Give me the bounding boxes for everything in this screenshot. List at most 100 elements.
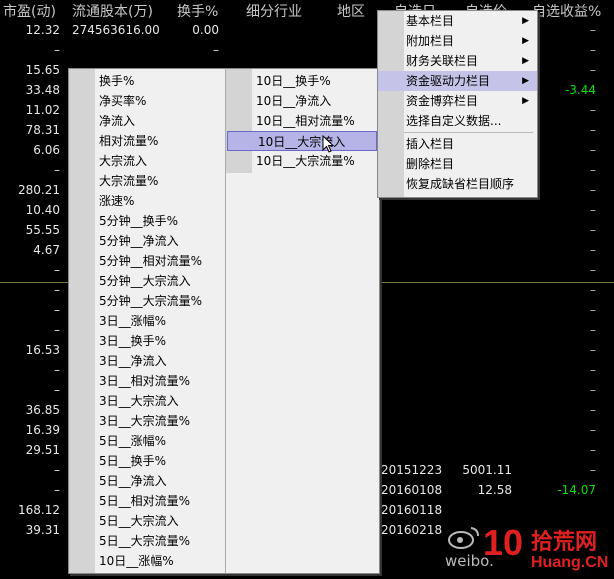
menu-item-left-4[interactable]: 大宗流入 <box>69 151 226 171</box>
cell-sel-return: – <box>590 363 596 377</box>
context-menu-item-6[interactable]: 插入栏目 <box>378 134 537 154</box>
cell-turnover: – <box>213 43 219 57</box>
logo-number: 10 <box>483 522 524 563</box>
menu-item-label: 10日__相对流量% <box>256 114 355 128</box>
menu-item-label: 选择自定义数据... <box>406 114 502 128</box>
header-pe[interactable]: 市盈(动) <box>3 1 56 21</box>
context-menu-item-5[interactable]: 选择自定义数据... <box>378 111 537 131</box>
menu-item-left-20[interactable]: 5日__净流入 <box>69 471 226 491</box>
cell-sel-return: – <box>590 383 596 397</box>
context-menu-item-3[interactable]: 资金驱动力栏目 ▶ <box>378 71 537 91</box>
submenu-arrow-icon: ▶ <box>522 16 529 26</box>
menu-item-right-3[interactable]: 10日__大宗流入 <box>227 131 377 151</box>
cell-sel-return: – <box>590 63 596 77</box>
menu-item-label: 删除栏目 <box>406 157 455 171</box>
menu-item-left-7[interactable]: 5分钟__换手% <box>69 211 226 231</box>
cell-pe: – <box>54 163 60 177</box>
cell-sel-date: 20160108 <box>381 483 443 497</box>
context-menu-item-4[interactable]: 资金博弈栏目 ▶ <box>378 91 537 111</box>
weibo-logo-icon <box>448 527 479 549</box>
header-region[interactable]: 地区 <box>337 1 365 21</box>
mouse-cursor-icon <box>322 135 335 153</box>
menu-item-label: 10日__净流入 <box>256 94 332 108</box>
cell-sel-return: – <box>590 283 596 297</box>
menu-item-left-11[interactable]: 5分钟__大宗流量% <box>69 291 226 311</box>
header-float-shares[interactable]: 流通股本(万) <box>72 1 153 21</box>
context-menu-item-2[interactable]: 财务关联栏目 ▶ <box>378 51 537 71</box>
menu-item-left-19[interactable]: 5日__换手% <box>69 451 226 471</box>
menu-item-label: 5日__净流入 <box>99 474 167 488</box>
menu-item-left-22[interactable]: 5日__大宗流入 <box>69 511 226 531</box>
context-menu-item-8[interactable]: 恢复成缺省栏目顺序 <box>378 174 537 194</box>
menu-item-label: 3日__涨幅% <box>99 314 167 328</box>
cell-sel-return: – <box>590 123 596 137</box>
menu-item-label: 10日__换手% <box>256 74 331 88</box>
cell-pe: 16.53 <box>25 343 60 357</box>
menu-item-left-9[interactable]: 5分钟__相对流量% <box>69 251 226 271</box>
cell-float-shares: 274563616.00 <box>72 23 160 37</box>
menu-item-left-21[interactable]: 5日__相对流量% <box>69 491 226 511</box>
menu-item-left-0[interactable]: 换手% <box>69 71 226 91</box>
cell-pe: – <box>54 363 60 377</box>
cell-sel-return: – <box>590 423 596 437</box>
menu-item-right-1[interactable]: 10日__净流入 <box>226 91 379 111</box>
cell-sel-date: 20160218 <box>381 523 443 537</box>
cell-sel-return: – <box>590 243 596 257</box>
menu-item-label: 10日__涨幅% <box>99 554 174 568</box>
submenu-capital-drive-col2: 10日__换手% 10日__净流入 10日__相对流量% 10日__大宗流入 10日__… <box>225 68 380 574</box>
menu-item-right-4[interactable]: 10日__大宗流量% <box>226 151 379 171</box>
submenu-capital-drive-col1: 换手% 净买率% 净流入相对流量% 大宗流入 大宗流量% 涨速% 5分钟__换手% 5分钟__… <box>68 68 227 574</box>
cell-pe: 15.65 <box>25 63 60 77</box>
menu-separator <box>404 132 533 133</box>
submenu-arrow-icon: ▶ <box>522 56 529 66</box>
menu-item-left-16[interactable]: 3日__大宗流入 <box>69 391 226 411</box>
context-menu-item-7[interactable]: 删除栏目 <box>378 154 537 174</box>
menu-item-left-2[interactable]: 净流入 <box>69 111 226 131</box>
menu-item-right-2[interactable]: 10日__相对流量% <box>226 111 379 131</box>
cell-pe: – <box>54 263 60 277</box>
cell-sel-return: – <box>590 343 596 357</box>
cell-sel-return: – <box>590 143 596 157</box>
menu-item-left-12[interactable]: 3日__涨幅% <box>69 311 226 331</box>
menu-item-label: 5分钟__大宗流入 <box>99 274 191 288</box>
menu-item-label: 财务关联栏目 <box>406 54 479 68</box>
cell-pe: – <box>54 483 60 497</box>
menu-item-left-3[interactable]: 相对流量% <box>69 131 226 151</box>
logo-domain: Huang.CN <box>531 554 609 571</box>
menu-item-left-1[interactable]: 净买率% <box>69 91 226 111</box>
cell-pe: 12.32 <box>25 23 60 37</box>
context-menu-item-0[interactable]: 基本栏目 ▶ <box>378 11 537 31</box>
menu-item-left-24[interactable]: 10日__涨幅% <box>69 551 226 571</box>
cell-sel-return: – <box>590 323 596 337</box>
header-sel-return[interactable]: 自选收益% <box>532 1 601 21</box>
header-turnover[interactable]: 换手% <box>177 1 218 21</box>
menu-item-label: 5日__涨幅% <box>99 434 167 448</box>
context-menu-item-1[interactable]: 附加栏目 ▶ <box>378 31 537 51</box>
cell-sel-return: – <box>590 103 596 117</box>
menu-item-label: 3日__大宗流入 <box>99 394 179 408</box>
menu-item-left-10[interactable]: 5分钟__大宗流入 <box>69 271 226 291</box>
menu-item-right-0[interactable]: 10日__换手% <box>226 71 379 91</box>
menu-item-left-15[interactable]: 3日__相对流量% <box>69 371 226 391</box>
column-context-menu: 基本栏目 ▶ 附加栏目 ▶ 财务关联栏目 ▶ 资金驱动力栏目 ▶ 资金博弈栏目 ▶ 选择自定义数据.… <box>377 10 538 198</box>
menu-item-label: 相对流量% <box>99 134 159 148</box>
menu-item-label: 资金博弈栏目 <box>406 94 479 108</box>
menu-item-left-8[interactable]: 5分钟__净流入 <box>69 231 226 251</box>
menu-item-label: 5分钟__净流入 <box>99 234 179 248</box>
menu-item-label: 涨速% <box>99 194 135 208</box>
menu-item-label: 换手% <box>99 74 135 88</box>
cell-sel-price: 12.58 <box>477 483 512 497</box>
menu-item-left-17[interactable]: 3日__大宗流量% <box>69 411 226 431</box>
menu-item-left-13[interactable]: 3日__换手% <box>69 331 226 351</box>
cell-pe: 39.31 <box>25 523 60 537</box>
menu-item-left-6[interactable]: 涨速% <box>69 191 226 211</box>
menu-item-left-23[interactable]: 5日__大宗流量% <box>69 531 226 551</box>
cell-sel-price: 5001.11 <box>462 463 512 477</box>
cell-sel-return: -3.44 <box>564 83 596 97</box>
menu-item-left-5[interactable]: 大宗流量% <box>69 171 226 191</box>
cell-pe: – <box>54 43 60 57</box>
menu-item-left-14[interactable]: 3日__净流入 <box>69 351 226 371</box>
menu-item-label: 10日__大宗流量% <box>256 154 355 168</box>
header-industry[interactable]: 细分行业 <box>246 1 302 21</box>
menu-item-left-18[interactable]: 5日__涨幅% <box>69 431 226 451</box>
